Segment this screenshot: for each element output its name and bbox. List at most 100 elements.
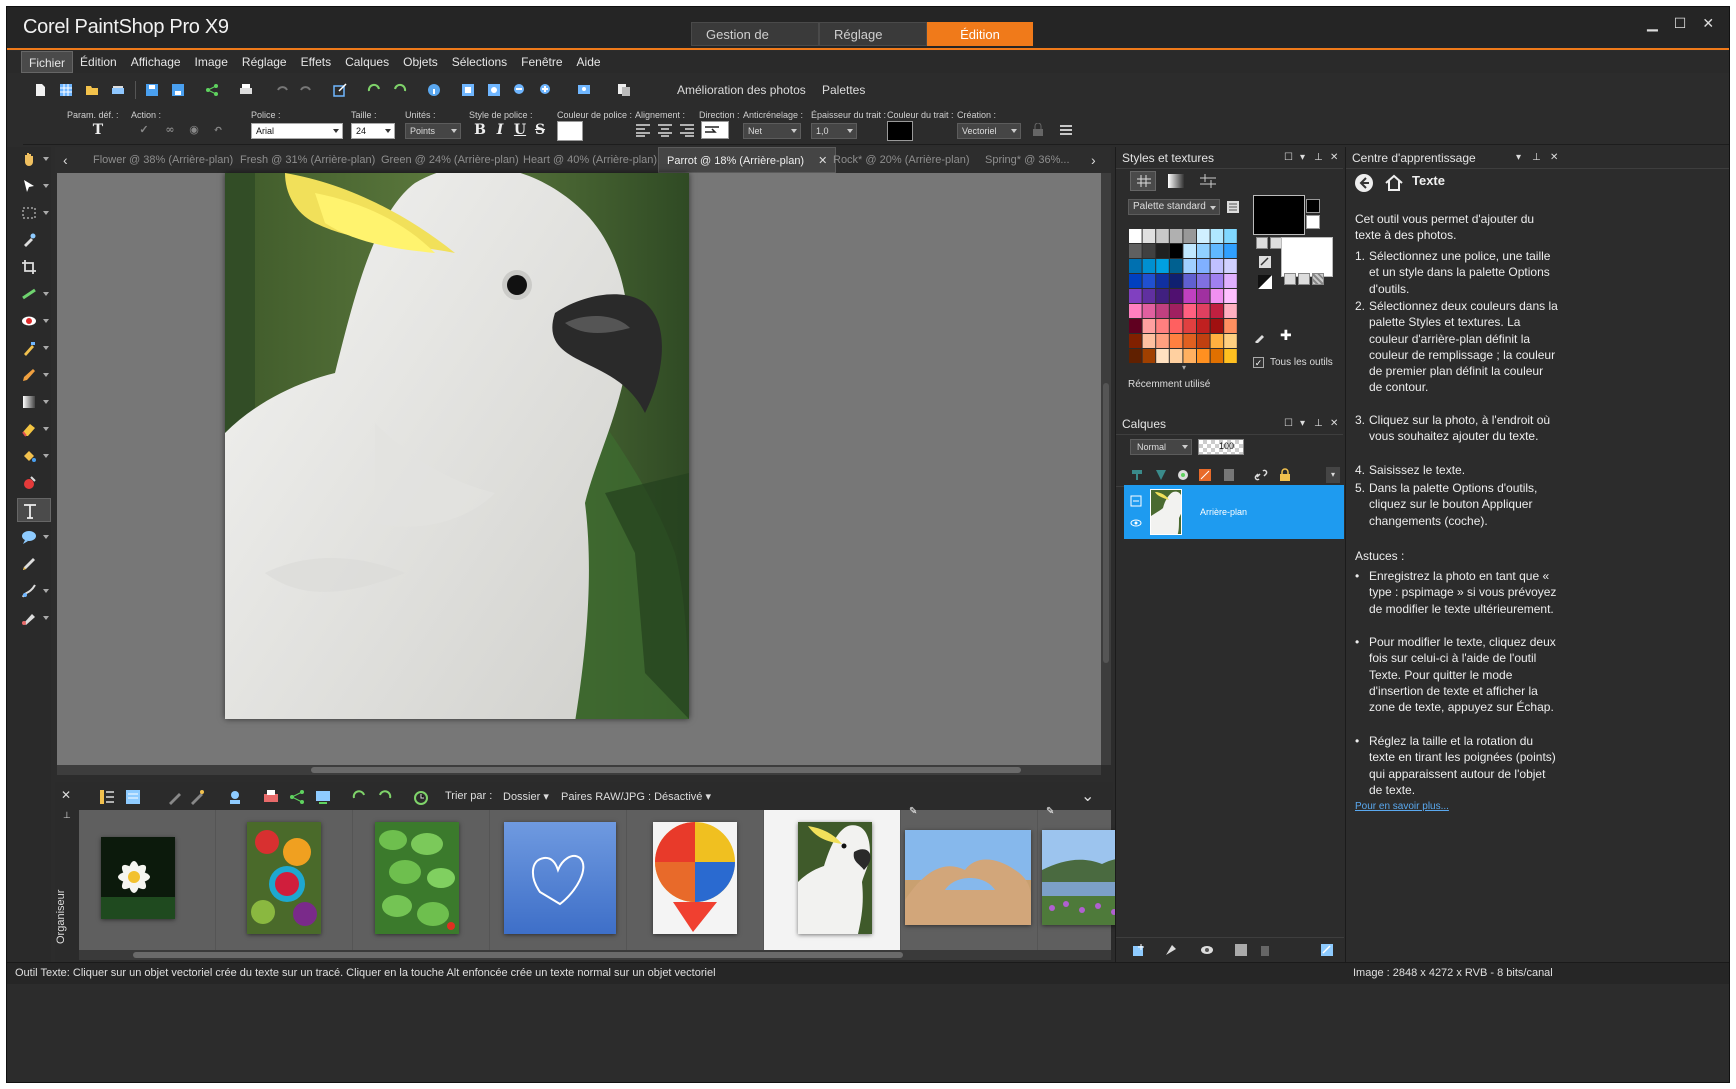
share-icon[interactable]	[289, 789, 305, 805]
color-swatch[interactable]	[1210, 334, 1224, 348]
doc-tab[interactable]: Fresh @ 31% (Arrière-plan)	[240, 147, 375, 173]
selection-tool[interactable]	[17, 201, 51, 225]
lock-icon[interactable]	[1278, 468, 1292, 482]
pen-tool[interactable]	[17, 552, 51, 576]
color-swatch[interactable]	[1142, 289, 1156, 303]
gradient-tool[interactable]	[17, 390, 51, 414]
apply-check-icon[interactable]: ✓	[135, 121, 153, 139]
color-swatch[interactable]	[1210, 349, 1224, 363]
warp-brush-tool[interactable]	[17, 579, 51, 603]
menu-view[interactable]: Affichage	[124, 51, 188, 73]
color-swatch[interactable]	[1210, 319, 1224, 333]
pick-tool[interactable]	[17, 174, 51, 198]
info-panel-icon[interactable]	[125, 789, 141, 805]
learn-more-link[interactable]: Pour en savoir plus...	[1355, 799, 1449, 815]
scan-button[interactable]	[107, 79, 129, 101]
straighten-tool[interactable]	[17, 282, 51, 306]
color-swatch[interactable]	[1210, 304, 1224, 318]
color-swatch[interactable]	[1210, 229, 1224, 243]
menu-layers[interactable]: Calques	[338, 51, 396, 73]
reset-colors-icon[interactable]	[1258, 275, 1272, 289]
color-swatch[interactable]	[1142, 334, 1156, 348]
blend-mode-select[interactable]: Normal	[1130, 439, 1192, 455]
menu-window[interactable]: Fenêtre	[514, 51, 569, 73]
color-swatch[interactable]	[1183, 229, 1196, 243]
mask-bottom-icon[interactable]	[1164, 943, 1178, 957]
color-swatch[interactable]	[1197, 289, 1210, 303]
all-tools-checkbox[interactable]: ✓	[1253, 357, 1264, 368]
shape-tool[interactable]	[17, 525, 51, 549]
menu-help[interactable]: Aide	[570, 51, 608, 73]
doc-tab[interactable]: Spring* @ 36%...	[985, 147, 1070, 173]
home-icon[interactable]	[1384, 173, 1404, 193]
edit-button[interactable]	[329, 79, 351, 101]
color-swatch[interactable]	[1156, 304, 1169, 318]
size-select[interactable]: 24	[351, 123, 395, 139]
lock-icon[interactable]	[1031, 123, 1045, 137]
doc-tab[interactable]: Green @ 24% (Arrière-plan)	[381, 147, 519, 173]
foreground-color-swatch[interactable]	[1253, 195, 1305, 235]
color-swatch[interactable]	[1142, 274, 1156, 288]
font-color-swatch[interactable]	[557, 121, 583, 141]
person-icon[interactable]	[227, 789, 243, 805]
align-left-icon[interactable]	[635, 123, 651, 137]
color-swatch[interactable]	[1129, 334, 1142, 348]
strikethrough-button[interactable]: S	[531, 121, 549, 139]
color-swatch[interactable]	[1142, 319, 1156, 333]
color-swatch[interactable]	[1142, 259, 1156, 273]
panel-close-icon[interactable]: ✕	[1330, 418, 1338, 429]
menu-edit[interactable]: Édition	[73, 51, 124, 73]
palette-options-icon[interactable]	[1226, 200, 1240, 214]
color-swatch[interactable]	[1156, 289, 1169, 303]
pattern-mode-icon[interactable]	[1312, 273, 1324, 285]
color-swatch[interactable]	[1169, 334, 1183, 348]
color-swatch[interactable]	[1210, 259, 1224, 273]
color-swatch[interactable]	[1169, 274, 1183, 288]
rotate-left-button[interactable]	[363, 79, 385, 101]
scroll-thumb[interactable]	[1103, 383, 1109, 663]
color-swatch[interactable]	[1183, 289, 1196, 303]
info-button[interactable]	[423, 79, 445, 101]
layer-expand-icon[interactable]	[1130, 495, 1142, 507]
units-select[interactable]: Points	[405, 123, 461, 139]
new-layer-bottom-icon[interactable]	[1132, 943, 1146, 957]
tabs-scroll-right-icon[interactable]: ›	[1091, 147, 1096, 173]
rotate-right-icon[interactable]	[377, 789, 393, 805]
new-grid-button[interactable]	[55, 79, 77, 101]
brush-edit-icon[interactable]	[167, 789, 183, 805]
save-as-button[interactable]	[167, 79, 189, 101]
open-button[interactable]	[81, 79, 103, 101]
direction-select[interactable]	[701, 121, 729, 139]
enhance-photos-menu[interactable]: Amélioration des photos	[677, 83, 806, 97]
scroll-thumb[interactable]	[311, 767, 1021, 773]
navigation-icon[interactable]	[99, 789, 115, 805]
thumbnail-parrot[interactable]	[764, 810, 901, 950]
cancel-icon[interactable]: ↶	[209, 121, 227, 139]
time-machine-icon[interactable]	[413, 789, 429, 805]
canvas-area[interactable]	[57, 173, 1101, 765]
filmstrip-scrollbar[interactable]	[79, 950, 1111, 960]
menu-image[interactable]: Image	[188, 51, 235, 73]
undo-button[interactable]	[271, 79, 293, 101]
vertical-scrollbar[interactable]	[1101, 173, 1111, 765]
menu-selections[interactable]: Sélections	[445, 51, 514, 73]
color-swatch[interactable]	[1183, 274, 1196, 288]
crop-tool[interactable]	[17, 255, 51, 279]
share-button[interactable]	[201, 79, 223, 101]
panel-dropdown-icon[interactable]: ▾	[1300, 152, 1305, 163]
color-swatch[interactable]	[1129, 319, 1142, 333]
tabs-scroll-left-icon[interactable]: ‹	[63, 147, 68, 173]
new-vector-layer-icon[interactable]	[1154, 468, 1168, 482]
color-swatch[interactable]	[1183, 244, 1196, 258]
close-icon[interactable]: ✕	[1702, 15, 1714, 32]
dropper-icon[interactable]	[1254, 331, 1266, 343]
color-swatches[interactable]	[1129, 229, 1239, 365]
color-swatch[interactable]	[1156, 259, 1169, 273]
antialias-select[interactable]: Net	[743, 123, 801, 139]
visibility-eye-icon[interactable]	[1130, 517, 1142, 529]
eye-icon[interactable]: ◉	[185, 121, 203, 139]
picture-tube-tool[interactable]	[17, 606, 51, 630]
color-swatch[interactable]	[1169, 229, 1183, 243]
gradient-tab-icon[interactable]	[1168, 174, 1184, 188]
eraser-tool[interactable]	[17, 417, 51, 441]
